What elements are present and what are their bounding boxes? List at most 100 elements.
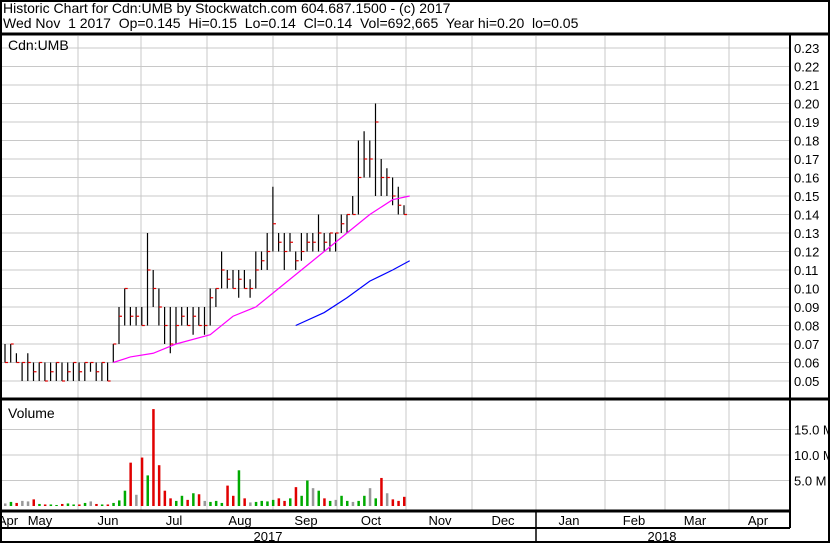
volume-bar bbox=[163, 490, 167, 506]
volume-bar bbox=[328, 500, 332, 506]
volume-bar bbox=[203, 500, 206, 506]
moving-average-short bbox=[113, 195, 410, 364]
symbol-label: Cdn:UMB bbox=[8, 37, 69, 53]
volume-bar bbox=[140, 457, 144, 506]
volume-bar bbox=[83, 502, 87, 506]
volume-bar bbox=[220, 502, 224, 506]
month-label: Sep bbox=[294, 513, 317, 528]
volume-bar bbox=[26, 501, 30, 506]
price-tick-label: 0.13 bbox=[794, 226, 819, 241]
month-label: Aug bbox=[228, 513, 251, 528]
volume-bar bbox=[95, 503, 98, 506]
volume-bar bbox=[374, 498, 377, 506]
volume-bar bbox=[38, 503, 41, 506]
volume-bar bbox=[123, 490, 127, 506]
month-label: Dec bbox=[491, 513, 515, 528]
volume-bar bbox=[129, 462, 132, 506]
volume-bar bbox=[43, 504, 47, 506]
price-tick-label: 0.10 bbox=[794, 282, 819, 297]
volume-bar bbox=[209, 501, 212, 506]
volume-bar bbox=[351, 501, 355, 506]
volume-bar bbox=[15, 502, 18, 506]
volume-bar bbox=[9, 501, 13, 506]
volume-bar bbox=[118, 500, 121, 506]
price-tick-label: 0.07 bbox=[794, 337, 819, 352]
volume-bar bbox=[340, 495, 343, 506]
volume-bar bbox=[368, 488, 372, 506]
volume-tick-label: 15.0 M bbox=[794, 423, 830, 438]
volume-label: Volume bbox=[8, 405, 55, 421]
month-label: Jul bbox=[166, 513, 183, 528]
price-volume-chart: 0.05 0.06 0.07 0.08 0.09 0.10 0.11 0.12 0.13 0.14… bbox=[0, 0, 830, 543]
volume-bar bbox=[100, 504, 104, 506]
volume-bar bbox=[260, 500, 263, 506]
volume-bar bbox=[237, 470, 241, 506]
price-tick-label: 0.11 bbox=[794, 263, 818, 278]
volume-bar bbox=[112, 502, 115, 506]
volume-bar bbox=[32, 499, 35, 506]
month-label: Nov bbox=[428, 513, 452, 528]
volume-tick-label: 5.0 M bbox=[794, 474, 827, 489]
volume-bar bbox=[334, 499, 338, 506]
volume-bar bbox=[61, 503, 64, 506]
volume-bar bbox=[311, 488, 315, 506]
volume-bar bbox=[294, 487, 298, 506]
volume-bar bbox=[323, 498, 326, 506]
volume-bar bbox=[277, 498, 281, 506]
volume-bar bbox=[146, 475, 149, 506]
month-label: Jan bbox=[559, 513, 580, 528]
price-tick-label: 0.05 bbox=[794, 374, 819, 389]
price-tick-label: 0.22 bbox=[794, 60, 819, 75]
volume-bar bbox=[152, 409, 155, 506]
volume-bar bbox=[66, 503, 70, 506]
volume-bar bbox=[106, 504, 110, 506]
month-label: May bbox=[28, 513, 53, 528]
volume-bar bbox=[403, 496, 406, 506]
price-tick-label: 0.16 bbox=[794, 171, 819, 186]
year-label: 2017 bbox=[254, 529, 283, 543]
month-label: Jun bbox=[98, 513, 119, 528]
volume-bar bbox=[49, 504, 53, 506]
volume-bar bbox=[135, 494, 138, 506]
volume-bar bbox=[380, 477, 383, 506]
price-tick-label: 0.15 bbox=[794, 189, 819, 204]
price-tick-label: 0.12 bbox=[794, 245, 819, 260]
volume-bar bbox=[385, 493, 389, 506]
price-tick-label: 0.06 bbox=[794, 356, 819, 371]
volume-bar bbox=[283, 500, 286, 506]
volume-bar bbox=[21, 500, 24, 506]
volume-bar bbox=[175, 500, 178, 506]
volume-bar bbox=[317, 490, 320, 506]
month-label: Apr bbox=[0, 513, 19, 528]
volume-bar bbox=[89, 501, 92, 506]
price-tick-label: 0.23 bbox=[794, 41, 819, 56]
price-tick-label: 0.14 bbox=[794, 208, 819, 223]
month-label: Oct bbox=[361, 513, 382, 528]
volume-bar bbox=[391, 499, 395, 506]
month-label: Apr bbox=[748, 513, 769, 528]
volume-bar bbox=[186, 499, 189, 506]
volume-bar bbox=[55, 504, 58, 506]
volume-bar bbox=[226, 485, 229, 506]
volume-bar bbox=[4, 503, 7, 506]
year-label: 2018 bbox=[648, 529, 677, 543]
price-tick-label: 0.18 bbox=[794, 134, 819, 149]
volume-bar bbox=[346, 500, 349, 506]
month-label: Feb bbox=[623, 513, 645, 528]
volume-bar bbox=[306, 480, 309, 506]
price-tick-label: 0.21 bbox=[794, 78, 819, 93]
volume-bar bbox=[243, 498, 246, 506]
volume-bar bbox=[157, 465, 161, 506]
volume-bar bbox=[78, 504, 81, 506]
volume-bar bbox=[300, 495, 303, 506]
volume-bar bbox=[397, 500, 400, 506]
volume-bar bbox=[232, 495, 235, 506]
volume-bar bbox=[197, 494, 201, 506]
price-tick-label: 0.17 bbox=[794, 152, 819, 167]
volume-bar bbox=[249, 502, 252, 506]
price-tick-label: 0.08 bbox=[794, 319, 819, 334]
volume-bar bbox=[266, 501, 269, 506]
price-tick-label: 0.19 bbox=[794, 115, 819, 130]
volume-bar bbox=[363, 495, 366, 506]
volume-bar bbox=[271, 499, 275, 506]
